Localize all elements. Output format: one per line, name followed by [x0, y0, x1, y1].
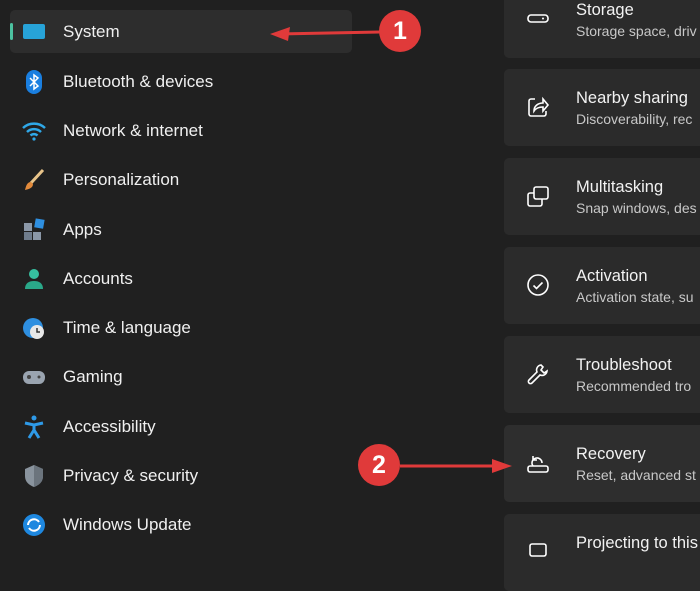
arrow-1 — [277, 30, 381, 36]
annotation-arrows — [270, 27, 512, 473]
annotation-badge-1: 1 — [379, 10, 421, 52]
annotation-badge-2: 2 — [358, 444, 400, 486]
